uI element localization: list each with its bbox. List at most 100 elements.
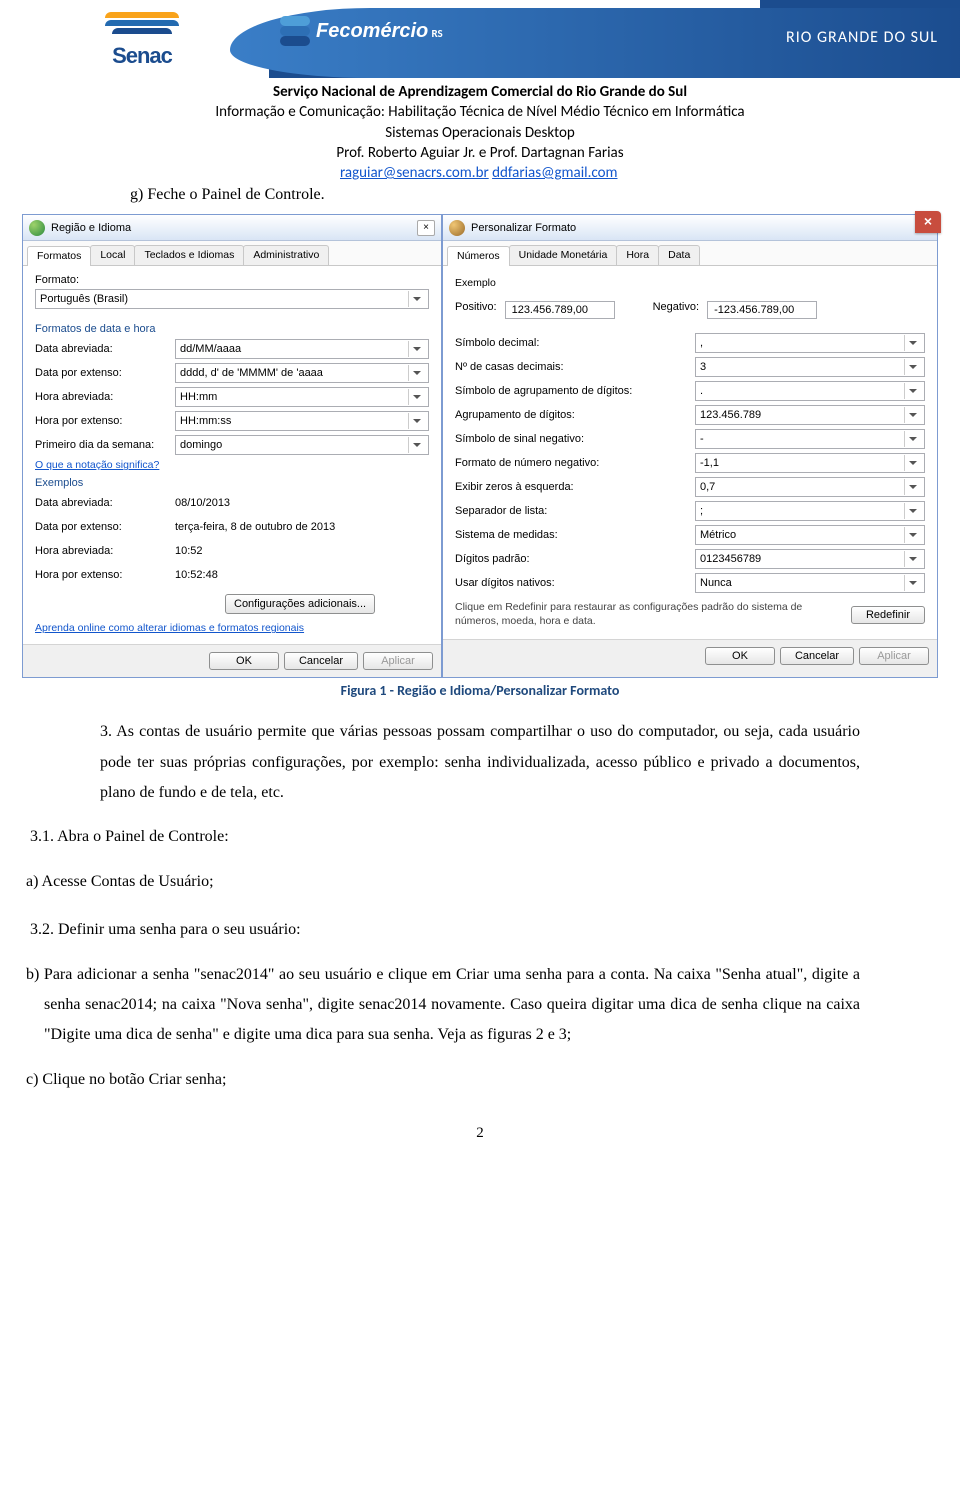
- section-3-1-a: a) Acesse Contas de Usuário;: [44, 867, 860, 897]
- row-label: Hora por extenso:: [35, 415, 175, 427]
- row-label: Separador de lista:: [455, 505, 695, 517]
- row-label: Hora abreviada:: [35, 391, 175, 403]
- chevron-down-icon: [904, 503, 920, 519]
- additional-settings-button[interactable]: Configurações adicionais...: [225, 594, 375, 614]
- tab-local[interactable]: Local: [90, 245, 135, 265]
- tab-numeros[interactable]: Números: [447, 246, 510, 266]
- header-banner: RIO GRANDE DO SUL Senac Fecomércio RS: [0, 0, 960, 78]
- row-select[interactable]: 3: [695, 357, 925, 377]
- close-icon[interactable]: ×: [417, 220, 435, 236]
- cancel-button[interactable]: Cancelar: [284, 652, 358, 670]
- negative-label: Negativo:: [653, 301, 699, 319]
- apply-button[interactable]: Aplicar: [859, 647, 929, 665]
- chevron-down-icon: [904, 383, 920, 399]
- row-label: Usar dígitos nativos:: [455, 577, 695, 589]
- fecomercio-suffix: RS: [431, 27, 442, 40]
- tab-formatos[interactable]: Formatos: [27, 246, 91, 266]
- row-select[interactable]: HH:mm: [175, 387, 429, 407]
- row-label: Data por extenso:: [35, 367, 175, 379]
- ex-value: 10:52:48: [175, 569, 218, 581]
- professors: Prof. Roberto Aguiar Jr. e Prof. Dartagn…: [100, 143, 860, 163]
- tab-data[interactable]: Data: [658, 245, 700, 265]
- person-icon: [449, 220, 465, 236]
- chevron-down-icon: [408, 437, 424, 453]
- row-label: Primeiro dia da semana:: [35, 439, 175, 451]
- positive-label: Positivo:: [455, 301, 497, 319]
- ex-value: 08/10/2013: [175, 497, 230, 509]
- row-label: Símbolo de sinal negativo:: [455, 433, 695, 445]
- chevron-down-icon: [904, 551, 920, 567]
- section-3-2-b: b) Para adicionar a senha "senac2014" ao…: [44, 960, 860, 1051]
- learn-online-link[interactable]: Aprenda online como alterar idiomas e fo…: [35, 622, 429, 634]
- tab-moeda[interactable]: Unidade Monetária: [509, 245, 618, 265]
- tab-hora[interactable]: Hora: [616, 245, 659, 265]
- row-select[interactable]: 0123456789: [695, 549, 925, 569]
- row-select[interactable]: ,: [695, 333, 925, 353]
- fecomercio-logo: Fecomércio RS: [280, 16, 443, 46]
- ok-button[interactable]: OK: [705, 647, 775, 665]
- ex-label: Data abreviada:: [35, 497, 175, 509]
- ok-button[interactable]: OK: [209, 652, 279, 670]
- reset-button[interactable]: Redefinir: [851, 606, 925, 624]
- row-select[interactable]: ;: [695, 501, 925, 521]
- institution-title: Serviço Nacional de Aprendizagem Comerci…: [100, 82, 860, 102]
- dialog-title: Personalizar Formato: [471, 222, 931, 234]
- cancel-button[interactable]: Cancelar: [780, 647, 854, 665]
- format-value: Português (Brasil): [40, 293, 128, 305]
- region-language-dialog: Região e Idioma × Formatos Local Teclado…: [22, 214, 442, 678]
- chevron-down-icon: [408, 413, 424, 429]
- row-select[interactable]: .: [695, 381, 925, 401]
- row-label: Nº de casas decimais:: [455, 361, 695, 373]
- chevron-down-icon: [408, 365, 424, 381]
- chevron-down-icon: [408, 291, 424, 307]
- email-link-1[interactable]: raguiar@senacrs.com.br: [340, 164, 489, 182]
- section-3-2-title: 3.2. Definir uma senha para o seu usuári…: [30, 915, 860, 945]
- example-label: Exemplo: [455, 274, 925, 295]
- senac-wordmark: Senac: [105, 43, 179, 69]
- row-select[interactable]: dd/MM/aaaa: [175, 339, 429, 359]
- chevron-down-icon: [904, 359, 920, 375]
- row-select[interactable]: 0,7: [695, 477, 925, 497]
- row-label: Exibir zeros à esquerda:: [455, 481, 695, 493]
- chevron-down-icon: [904, 527, 920, 543]
- row-select[interactable]: -: [695, 429, 925, 449]
- ex-value: terça-feira, 8 de outubro de 2013: [175, 521, 335, 533]
- dialog-title: Região e Idioma: [51, 222, 417, 234]
- negative-value: -123.456.789,00: [707, 301, 817, 319]
- format-rows: Data abreviada:dd/MM/aaaa Data por exten…: [35, 339, 429, 455]
- apply-button[interactable]: Aplicar: [363, 652, 433, 670]
- example-values: Positivo: 123.456.789,00 Negativo: -123.…: [455, 301, 925, 319]
- program-title: Informação e Comunicação: Habilitação Té…: [100, 102, 860, 122]
- number-rows: Símbolo decimal:, Nº de casas decimais:3…: [455, 333, 925, 593]
- notation-link[interactable]: O que a notação significa?: [35, 459, 429, 471]
- email-link-2[interactable]: ddfarias@gmail.com: [492, 164, 617, 182]
- chevron-down-icon: [904, 407, 920, 423]
- row-select[interactable]: domingo: [175, 435, 429, 455]
- fecomercio-word: Fecomércio: [316, 20, 428, 42]
- chevron-down-icon: [904, 479, 920, 495]
- row-select[interactable]: 123.456.789: [695, 405, 925, 425]
- chevron-down-icon: [904, 575, 920, 591]
- close-icon[interactable]: ×: [915, 211, 941, 233]
- tab-bar: Formatos Local Teclados e Idiomas Admini…: [23, 241, 441, 266]
- format-select[interactable]: Português (Brasil): [35, 289, 429, 309]
- row-select[interactable]: HH:mm:ss: [175, 411, 429, 431]
- tab-teclados[interactable]: Teclados e Idiomas: [134, 245, 244, 265]
- row-label: Data abreviada:: [35, 343, 175, 355]
- senac-logo: Senac: [105, 12, 179, 69]
- positive-value: 123.456.789,00: [505, 301, 615, 319]
- row-select[interactable]: Nunca: [695, 573, 925, 593]
- row-select[interactable]: dddd, d' de 'MMMM' de 'aaaa: [175, 363, 429, 383]
- ex-label: Hora por extenso:: [35, 569, 175, 581]
- ex-value: 10:52: [175, 545, 203, 557]
- chevron-down-icon: [408, 389, 424, 405]
- section-3-2-c: c) Clique no botão Criar senha;: [44, 1065, 860, 1095]
- ex-label: Data por extenso:: [35, 521, 175, 533]
- row-select[interactable]: -1,1: [695, 453, 925, 473]
- format-label: Formato:: [35, 274, 429, 286]
- tab-administrativo[interactable]: Administrativo: [243, 245, 329, 265]
- row-label: Formato de número negativo:: [455, 457, 695, 469]
- row-select[interactable]: Métrico: [695, 525, 925, 545]
- figure-1: Região e Idioma × Formatos Local Teclado…: [22, 214, 938, 678]
- row-label: Símbolo de agrupamento de dígitos:: [455, 385, 695, 397]
